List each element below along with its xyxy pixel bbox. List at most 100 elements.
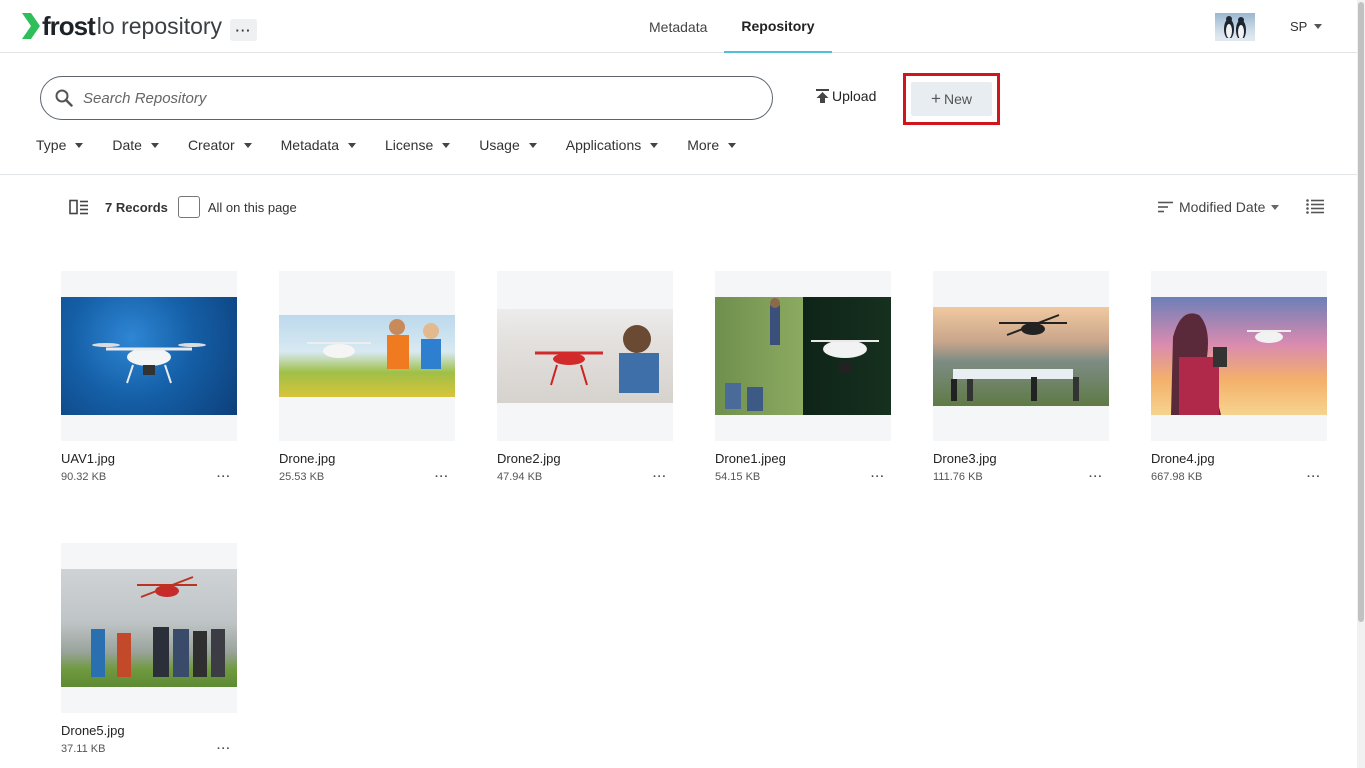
thumbnail[interactable] <box>1151 271 1327 441</box>
sort-label: Modified Date <box>1179 199 1266 215</box>
avatar[interactable] <box>1215 13 1255 41</box>
file-name[interactable]: Drone4.jpg <box>1151 451 1327 466</box>
asset-card[interactable]: UAV1.jpg 90.32 KB ··· <box>61 271 237 483</box>
file-size: 54.15 KB <box>715 471 761 483</box>
more-options-button[interactable]: ··· <box>217 743 231 755</box>
penguins-avatar-icon <box>1215 16 1255 41</box>
filter-label: Date <box>112 137 142 153</box>
more-options-button[interactable]: ··· <box>653 471 667 483</box>
tab-repository[interactable]: Repository <box>724 0 832 53</box>
scrollbar-thumb[interactable] <box>1358 2 1364 622</box>
list-view-icon[interactable] <box>1306 199 1324 214</box>
drone-photo-image <box>61 569 237 687</box>
panel-toggle-icon[interactable] <box>69 199 89 215</box>
chevron-down-icon <box>1314 24 1323 29</box>
app-logo[interactable]: frost lo repository <box>22 13 222 39</box>
thumbnail[interactable] <box>61 543 237 713</box>
filter-metadata[interactable]: Metadata <box>281 137 356 153</box>
drone-icon <box>535 325 659 393</box>
upload-icon <box>816 89 829 103</box>
file-size: 111.76 KB <box>933 471 983 483</box>
drone-icon <box>92 343 206 384</box>
chevron-down-icon <box>150 142 159 148</box>
file-name[interactable]: Drone2.jpg <box>497 451 673 466</box>
new-button[interactable]: + New <box>911 82 992 116</box>
search-input[interactable] <box>83 89 723 107</box>
section-divider <box>0 174 1357 175</box>
drone-icon <box>725 298 879 411</box>
filter-label: Usage <box>479 137 520 153</box>
filter-date[interactable]: Date <box>112 137 159 153</box>
drone-photo-image <box>715 297 891 415</box>
thumbnail[interactable] <box>715 271 891 441</box>
user-initials: SP <box>1290 19 1308 34</box>
filter-type[interactable]: Type <box>36 137 84 153</box>
more-options-button[interactable]: ··· <box>1307 471 1321 483</box>
app-menu-button[interactable]: ··· <box>230 19 257 41</box>
sort-dropdown[interactable]: Modified Date <box>1158 199 1280 215</box>
asset-card[interactable]: Drone4.jpg 667.98 KB ··· <box>1151 271 1327 483</box>
top-bar: frost lo repository ··· Metadata Reposit… <box>0 0 1357 53</box>
chevron-down-icon <box>650 142 659 148</box>
file-size: 37.11 KB <box>61 743 106 755</box>
file-name[interactable]: UAV1.jpg <box>61 451 237 466</box>
filter-label: License <box>385 137 434 153</box>
chevron-down-icon <box>442 142 451 148</box>
file-name[interactable]: Drone5.jpg <box>61 723 237 738</box>
user-menu[interactable]: SP <box>1290 19 1323 34</box>
page-scrollbar[interactable] <box>1357 0 1365 768</box>
asset-card[interactable]: Drone.jpg 25.53 KB ··· <box>279 271 455 483</box>
asset-card[interactable]: Drone3.jpg 111.76 KB ··· <box>933 271 1109 483</box>
chevron-down-icon <box>528 142 537 148</box>
file-name[interactable]: Drone3.jpg <box>933 451 1109 466</box>
asset-card[interactable]: Drone5.jpg 37.11 KB ··· <box>61 543 237 755</box>
filter-label: More <box>687 137 720 153</box>
new-label: New <box>943 91 972 107</box>
chevron-down-icon <box>243 142 252 148</box>
filter-creator[interactable]: Creator <box>188 137 252 153</box>
drone-icon <box>307 319 441 369</box>
file-name[interactable]: Drone1.jpeg <box>715 451 891 466</box>
records-count: 7 Records <box>105 199 168 215</box>
filter-label: Type <box>36 137 67 153</box>
drone-icon <box>91 576 225 677</box>
chevron-down-icon <box>75 142 84 148</box>
more-options-button[interactable]: ··· <box>217 471 231 483</box>
logo-chevron-icon <box>22 13 40 39</box>
select-all-label: All on this page <box>207 199 297 215</box>
sort-icon <box>1158 201 1173 213</box>
chevron-down-icon <box>728 142 737 148</box>
file-size: 47.94 KB <box>497 471 543 483</box>
thumbnail[interactable] <box>497 271 673 441</box>
file-size: 667.98 KB <box>1151 471 1203 483</box>
drone-photo-image <box>497 309 673 403</box>
search-box <box>40 76 773 120</box>
more-options-button[interactable]: ··· <box>1089 471 1103 483</box>
select-all-checkbox[interactable] <box>177 196 200 218</box>
filter-usage[interactable]: Usage <box>479 137 537 153</box>
drone-icon <box>1171 313 1291 415</box>
asset-card[interactable]: Drone2.jpg 47.94 KB ··· <box>497 271 673 483</box>
more-options-button[interactable]: ··· <box>871 471 885 483</box>
drone-photo-image <box>1151 297 1327 415</box>
file-size: 25.53 KB <box>279 471 325 483</box>
search-icon <box>55 89 73 107</box>
thumbnail[interactable] <box>933 271 1109 441</box>
filter-label: Applications <box>565 137 642 153</box>
logo-product-text: lo repository <box>96 13 223 39</box>
thumbnail[interactable] <box>61 271 237 441</box>
upload-button[interactable]: Upload <box>816 88 876 104</box>
asset-card[interactable]: Drone1.jpeg 54.15 KB ··· <box>715 271 891 483</box>
thumbnail[interactable] <box>279 271 455 441</box>
more-options-button[interactable]: ··· <box>435 471 449 483</box>
chevron-down-icon <box>1271 204 1280 210</box>
filter-more[interactable]: More <box>687 137 737 153</box>
chevron-down-icon <box>348 142 356 148</box>
drone-photo-image <box>61 297 237 415</box>
tab-metadata[interactable]: Metadata <box>632 0 724 53</box>
file-name[interactable]: Drone.jpg <box>279 451 455 466</box>
logo-brand-text: frost <box>42 11 96 41</box>
filter-applications[interactable]: Applications <box>566 137 659 153</box>
plus-icon: + <box>931 89 941 108</box>
filter-license[interactable]: License <box>385 137 451 153</box>
